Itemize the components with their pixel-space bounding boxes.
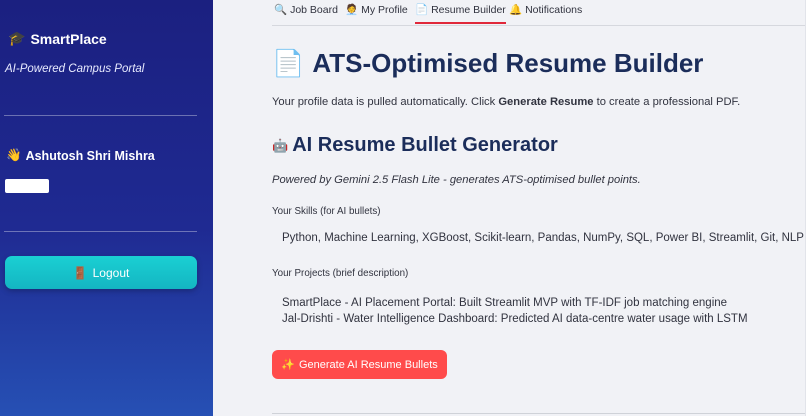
sidebar-divider (4, 231, 197, 232)
page-title-text: ATS-Optimised Resume Builder (312, 48, 704, 78)
robot-icon: 🤖 (272, 137, 289, 153)
logout-button[interactable]: 🚪 Logout (5, 256, 197, 289)
tab-bar: 🔍 Job Board 🧑‍💼 My Profile 📄 Resume Buil… (272, 0, 806, 26)
section-title: 🤖 AI Resume Bullet Generator (272, 134, 558, 157)
project-line: SmartPlace - AI Placement Portal: Built … (282, 297, 728, 309)
search-icon: 🔍 (274, 4, 288, 16)
user-role-badge (5, 179, 49, 193)
graduation-cap-icon: 🎓 (8, 30, 26, 46)
brand-tagline: AI-Powered Campus Portal (5, 63, 145, 75)
intro-bold: Generate Resume (498, 96, 594, 108)
section-divider (272, 413, 806, 414)
brand: 🎓 SmartPlace (8, 30, 107, 47)
generate-bullets-button[interactable]: ✨ Generate AI Resume Bullets (272, 350, 447, 379)
tab-label: Job Board (290, 3, 338, 16)
wave-icon: 👋 (6, 148, 22, 162)
tab-job-board[interactable]: 🔍 Job Board (274, 3, 338, 17)
user-name: Ashutosh Shri Mishra (25, 148, 155, 163)
user-greeting: 👋 Ashutosh Shri Mishra (6, 148, 155, 163)
tab-label: Resume Builder (431, 3, 506, 16)
projects-textarea[interactable]: SmartPlace - AI Placement Portal: Built … (282, 295, 748, 327)
generate-button-label: Generate AI Resume Bullets (298, 358, 438, 371)
tab-resume-builder[interactable]: 📄 Resume Builder (415, 3, 506, 24)
project-line: Jal-Drishti - Water Intelligence Dashboa… (282, 313, 748, 325)
sidebar: 🎓 SmartPlace AI-Powered Campus Portal 👋 … (0, 0, 213, 416)
door-icon: 🚪 (72, 265, 88, 280)
skills-label: Your Skills (for AI bullets) (272, 206, 381, 217)
sparkles-icon: ✨ (281, 359, 295, 371)
person-icon: 🧑‍💼 (345, 4, 359, 16)
intro-post: to create a professional PDF. (593, 96, 741, 108)
projects-label: Your Projects (brief description) (272, 268, 409, 279)
tab-label: My Profile (361, 3, 408, 16)
tab-notifications[interactable]: 🔔 Notifications (509, 3, 583, 17)
page-title: 📄 ATS-Optimised Resume Builder (272, 48, 703, 79)
logout-label: Logout (92, 265, 130, 280)
intro-pre: Your profile data is pulled automaticall… (272, 96, 499, 108)
skills-input[interactable]: Python, Machine Learning, XGBoost, Sciki… (282, 230, 804, 246)
sidebar-divider (4, 115, 197, 116)
section-title-text: AI Resume Bullet Generator (292, 134, 558, 156)
main-panel: 🔍 Job Board 🧑‍💼 My Profile 📄 Resume Buil… (213, 0, 806, 416)
intro-text: Your profile data is pulled automaticall… (272, 96, 740, 108)
document-icon: 📄 (272, 48, 305, 78)
powered-by-caption: Powered by Gemini 2.5 Flash Lite - gener… (272, 174, 641, 186)
bell-icon: 🔔 (509, 4, 523, 16)
brand-name: SmartPlace (30, 30, 107, 47)
document-icon: 📄 (415, 4, 429, 16)
tab-my-profile[interactable]: 🧑‍💼 My Profile (345, 3, 408, 17)
tab-label: Notifications (525, 3, 583, 16)
